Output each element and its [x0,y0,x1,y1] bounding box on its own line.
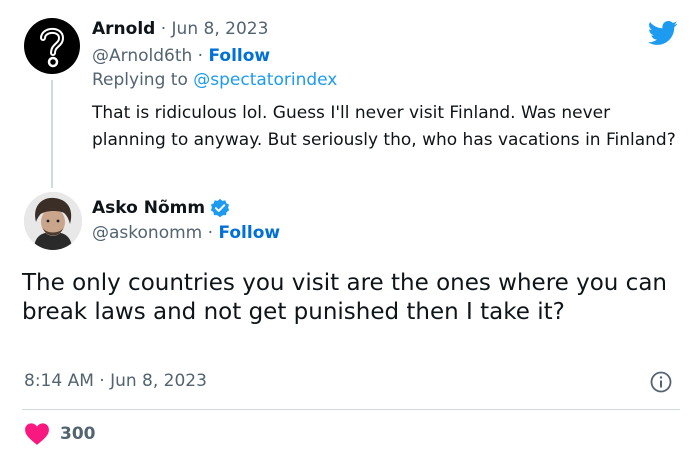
main-author-row: Asko Nõmm [92,198,230,218]
profile-photo [24,192,82,250]
separator: · [160,19,167,39]
author-handle[interactable]: @askonomm [92,223,202,243]
reply-author-row: Arnold · Jun 8, 2023 [92,19,268,39]
author-name[interactable]: Arnold [92,19,155,39]
follow-button[interactable]: Follow [218,223,280,243]
like-count: 300 [60,424,96,444]
verified-badge-icon [210,198,230,218]
follow-button[interactable]: Follow [208,46,270,66]
separator: · [197,46,204,66]
tweet-date[interactable]: Jun 8, 2023 [172,19,269,39]
replying-to-label: Replying to [92,70,188,90]
main-tweet-text: The only countries you visit are the one… [22,270,667,325]
tweet-timestamp[interactable]: 8:14 AM · Jun 8, 2023 [24,371,207,391]
question-mark-icon [40,27,65,68]
avatar[interactable] [24,18,80,74]
reply-tweet-text: That is ridiculous lol. Guess I'll never… [92,103,676,150]
twitter-bird-icon[interactable] [646,18,680,48]
thread-connector-line [51,80,53,188]
reply-handle-row: @Arnold6th · Follow [92,46,270,66]
avatar[interactable] [24,192,82,250]
heart-icon[interactable] [24,422,50,446]
separator: · [207,223,214,243]
author-name[interactable]: Asko Nõmm [92,198,205,218]
author-handle[interactable]: @Arnold6th [92,46,192,66]
replying-to: Replying to @spectatorindex [92,70,337,90]
divider [22,409,680,410]
like-action[interactable]: 300 [24,422,96,446]
info-icon[interactable] [650,371,672,393]
replying-to-link[interactable]: @spectatorindex [193,70,337,90]
main-handle-row: @askonomm · Follow [92,223,280,243]
